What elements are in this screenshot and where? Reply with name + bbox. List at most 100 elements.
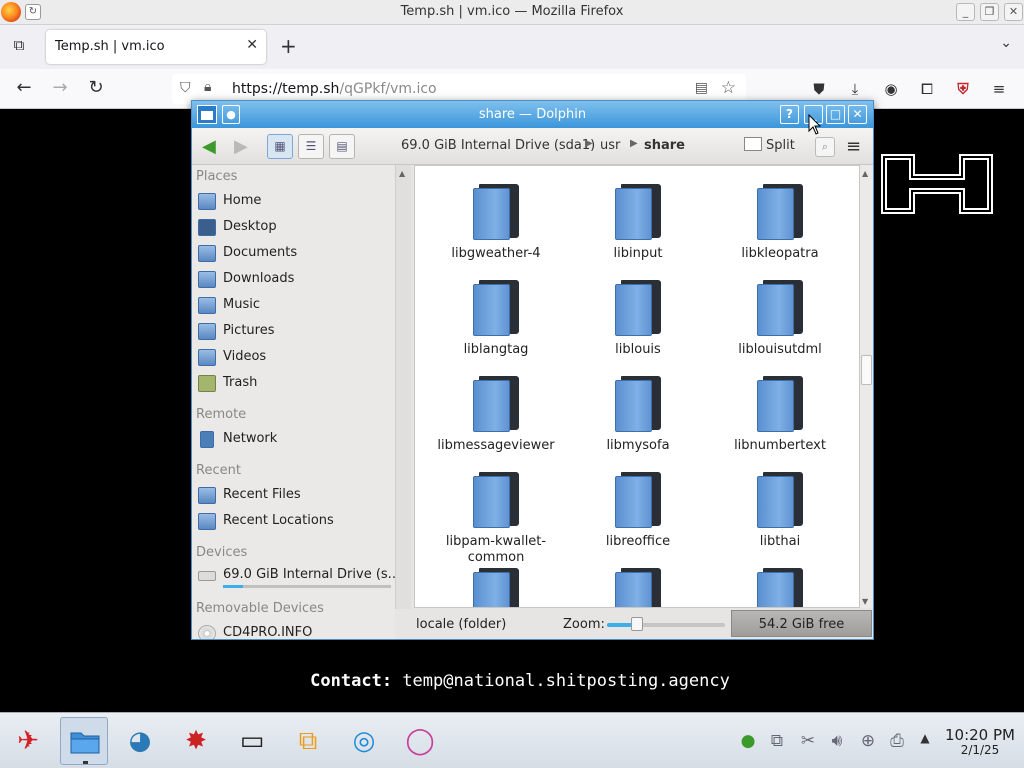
firefox-view-icon[interactable]: ⧉ bbox=[8, 36, 30, 58]
taskbar-dolphin[interactable] bbox=[60, 717, 108, 765]
file-item[interactable] bbox=[422, 550, 570, 607]
folder-icon bbox=[70, 732, 100, 754]
devices-header: Devices bbox=[196, 545, 248, 560]
maximize-button[interactable]: □ bbox=[826, 105, 845, 124]
close-button[interactable]: ✕ bbox=[1004, 3, 1023, 21]
taskbar-app-red[interactable]: ✸ bbox=[172, 717, 220, 765]
folder-icon bbox=[757, 376, 803, 432]
file-item[interactable]: liblouisutdml bbox=[706, 262, 854, 358]
hamburger-menu-icon[interactable]: ≡ bbox=[846, 136, 861, 157]
taskbar-browser[interactable]: ◕ bbox=[116, 717, 164, 765]
zoom-slider[interactable] bbox=[607, 623, 725, 627]
network-tray-icon[interactable]: ⎙ bbox=[886, 731, 908, 751]
file-item[interactable]: libthai bbox=[706, 454, 854, 550]
file-item[interactable] bbox=[706, 550, 854, 607]
close-button[interactable]: ✕ bbox=[848, 105, 867, 124]
remote-header: Remote bbox=[196, 407, 247, 422]
taskbar-app-blue[interactable]: ◎ bbox=[340, 717, 388, 765]
zoom-slider-handle[interactable] bbox=[630, 617, 643, 631]
file-name: liblouis bbox=[615, 342, 661, 357]
active-indicator bbox=[83, 761, 88, 764]
places-panel: Places Home Desktop Documents Downloads … bbox=[192, 165, 395, 639]
file-name: libnumbertext bbox=[734, 438, 826, 453]
vm-tray-icon[interactable]: ⧉ bbox=[766, 731, 788, 751]
file-view-scrollbar[interactable]: ▲ ▼ bbox=[860, 165, 873, 608]
compact-view-button[interactable]: ☰ bbox=[298, 134, 324, 159]
start-menu-button[interactable]: ✈ bbox=[4, 717, 52, 765]
file-item[interactable] bbox=[564, 550, 712, 607]
reader-view-icon[interactable]: ▤ bbox=[695, 80, 708, 96]
file-item[interactable]: libnumbertext bbox=[706, 358, 854, 454]
places-scrollbar[interactable]: ▲ ▲ bbox=[395, 165, 411, 639]
breadcrumb-share[interactable]: share bbox=[644, 138, 685, 153]
ublock-icon[interactable]: ⛨ bbox=[952, 78, 974, 100]
taskbar-terminal[interactable]: ▭ bbox=[228, 717, 276, 765]
contact-email[interactable]: temp@national.shitposting.agency bbox=[402, 671, 730, 691]
scroll-up-arrow-icon[interactable]: ▲ bbox=[862, 169, 868, 178]
pocket-icon[interactable]: ⛊ bbox=[808, 78, 830, 100]
tab-temp-sh[interactable]: Temp.sh | vm.ico ✕ bbox=[46, 30, 266, 64]
file-item[interactable]: libgweather-4 bbox=[422, 166, 570, 262]
file-item[interactable]: libkleopatra bbox=[706, 166, 854, 262]
new-tab-button[interactable]: + bbox=[280, 35, 297, 57]
lock-icon[interactable]: 🔒︎ bbox=[204, 79, 211, 95]
scroll-up-arrow-icon[interactable]: ▲ bbox=[399, 169, 405, 178]
help-button[interactable]: ? bbox=[780, 105, 799, 124]
file-item[interactable]: libreoffice bbox=[564, 454, 712, 550]
file-item[interactable]: liblangtag bbox=[422, 262, 570, 358]
firefox-titlebar: ↻ Temp.sh | vm.ico — Mozilla Firefox _ ❐… bbox=[0, 0, 1024, 25]
status-dot-icon[interactable]: ● bbox=[737, 731, 759, 751]
file-item[interactable]: libmysofa bbox=[564, 358, 712, 454]
breadcrumb-usr[interactable]: usr bbox=[600, 138, 620, 153]
tab-close-icon[interactable]: ✕ bbox=[246, 37, 258, 53]
icons-view-button[interactable]: ▦ bbox=[267, 134, 293, 159]
minimize-button[interactable]: _ bbox=[956, 3, 975, 21]
window-title: Temp.sh | vm.ico — Mozilla Firefox bbox=[400, 4, 624, 19]
recent-header: Recent bbox=[196, 463, 241, 478]
volume-icon[interactable]: 🔊︎ bbox=[826, 731, 848, 751]
taskbar-app-pink[interactable]: ◯ bbox=[396, 717, 444, 765]
forward-arrow-icon[interactable]: ▶ bbox=[234, 136, 248, 157]
chevron-right-icon: ▶ bbox=[585, 138, 593, 149]
taskbar-vm-app[interactable]: ⧉ bbox=[284, 717, 332, 765]
scroll-down-arrow-icon[interactable]: ▼ bbox=[862, 597, 868, 606]
clock[interactable]: 10:20 PM 2/1/25 bbox=[938, 727, 1022, 757]
places-header: Places bbox=[196, 169, 238, 184]
mouse-cursor-icon bbox=[808, 114, 822, 135]
file-item[interactable]: libpam-kwallet-common bbox=[422, 454, 570, 565]
scrollbar-thumb[interactable] bbox=[861, 355, 872, 385]
breadcrumb-drive[interactable]: 69.0 GiB Internal Drive (sda1) bbox=[401, 138, 595, 153]
back-arrow-icon[interactable]: ◀ bbox=[202, 136, 216, 157]
details-view-button[interactable]: ▤ bbox=[329, 134, 355, 159]
file-item[interactable]: liblouis bbox=[564, 262, 712, 358]
chevron-down-icon[interactable]: ⌄ bbox=[1000, 35, 1012, 51]
free-space-indicator[interactable]: 54.2 GiB free bbox=[731, 610, 872, 637]
file-item[interactable]: libinput bbox=[564, 166, 712, 262]
file-item[interactable]: libmessageviewer bbox=[422, 358, 570, 454]
downloads-icon[interactable]: ⤓ bbox=[844, 78, 866, 100]
folder-icon bbox=[473, 376, 519, 432]
extensions-icon[interactable]: ⧠ bbox=[916, 78, 938, 100]
file-name: libkleopatra bbox=[741, 246, 819, 261]
search-icon[interactable]: ⌕ bbox=[815, 137, 835, 157]
file-name: libinput bbox=[613, 246, 663, 261]
optical-disc-icon bbox=[198, 625, 216, 639]
bookmark-star-icon[interactable]: ☆ bbox=[721, 78, 736, 98]
file-name: liblouisutdml bbox=[738, 342, 822, 357]
split-button[interactable]: Split bbox=[744, 137, 795, 153]
maximize-button[interactable]: ❐ bbox=[980, 3, 999, 21]
reload-button[interactable]: ↻ bbox=[84, 77, 108, 101]
tray-expand-icon[interactable]: ▲ bbox=[914, 731, 936, 745]
forward-button[interactable]: → bbox=[48, 77, 72, 101]
menu-icon[interactable]: ≡ bbox=[988, 78, 1010, 100]
url-text[interactable]: https://temp.sh/qGPkf/vm.ico bbox=[232, 81, 437, 97]
file-view[interactable]: libgweather-4 libinput libkleopatra liblang… bbox=[414, 165, 860, 608]
dolphin-titlebar[interactable]: ● share — Dolphin ? _ □ ✕ bbox=[192, 101, 873, 128]
scissors-icon[interactable]: ✂ bbox=[797, 731, 819, 751]
account-icon[interactable]: ◉ bbox=[880, 78, 902, 100]
drive-usage-fill bbox=[223, 585, 244, 588]
shield-icon[interactable]: ⛉ bbox=[180, 80, 191, 96]
pictures-folder-icon bbox=[198, 323, 216, 340]
globe-icon[interactable]: ⊕ bbox=[857, 731, 879, 751]
back-button[interactable]: ← bbox=[12, 77, 36, 101]
